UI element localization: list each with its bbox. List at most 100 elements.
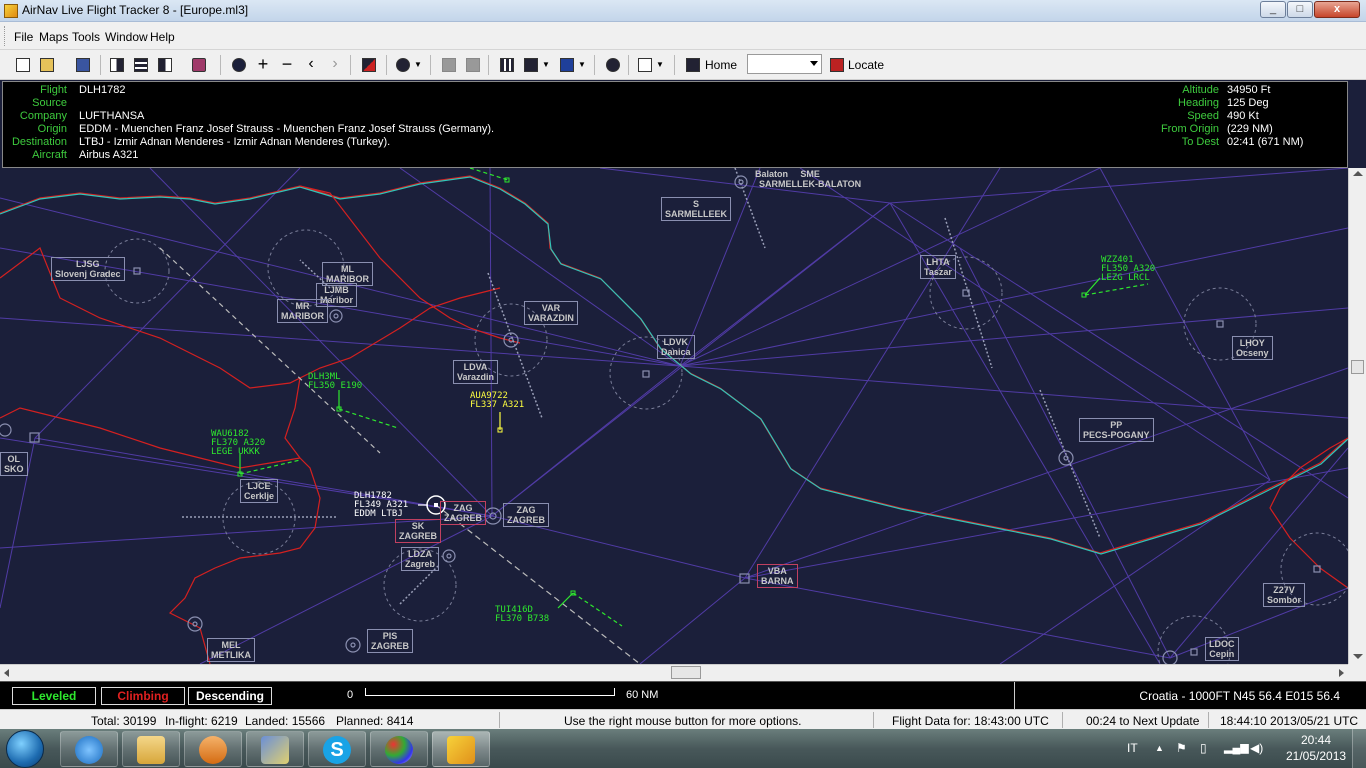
waypoint-label[interactable]: VAR VARAZDIN [524,301,578,325]
taskbar-internet-explorer[interactable] [60,731,118,767]
globe-icon[interactable] [604,56,622,74]
export-icon[interactable] [636,56,654,74]
scroll-left-icon[interactable] [4,669,9,677]
flight-label[interactable]: WZZ401 FL350 A320 LEZG LRCL [1101,256,1155,283]
scroll-down-icon[interactable] [1353,654,1363,659]
close-button[interactable]: x [1314,1,1360,18]
layout-list-icon[interactable] [132,56,150,74]
waypoint-label[interactable]: PP PECS-POGANY [1079,418,1154,442]
map-colors-icon[interactable] [360,56,378,74]
scroll-up-icon[interactable] [1353,171,1363,176]
waypoint-label[interactable]: ZAG ZAGREB [503,503,549,527]
waypoint-label[interactable]: ZAG ZAGREB [440,501,486,525]
start-orb-icon[interactable] [6,730,44,768]
airports-dropdown-icon[interactable]: ▼ [542,56,552,74]
pan-left-icon[interactable]: ‹ [302,56,320,74]
taskbar-media-player[interactable] [184,731,242,767]
locate-button-label[interactable]: Locate [848,58,884,72]
flight-label[interactable]: DLH3ML FL350 E190 [308,373,362,391]
status-separator [873,712,874,728]
network-icon[interactable]: ▂▄▆ [1224,741,1249,754]
taskbar-paint[interactable] [370,731,428,767]
menu-maps[interactable]: Maps [39,30,68,44]
waypoint-label[interactable]: LDOC Cepin [1205,637,1239,661]
radar-map[interactable]: Balaton SME SARMELLEK-BALATON S SARMELLEEK LJ… [0,168,1348,664]
show-desktop-button[interactable] [1352,729,1366,768]
map-horizontal-scrollbar[interactable] [0,664,1348,681]
filter-1-icon[interactable] [440,56,458,74]
maximize-button[interactable]: □ [1287,1,1313,18]
flight-label[interactable]: AUA9722 FL337 A321 [470,392,524,410]
combo-dropdown-icon[interactable] [810,61,818,66]
waypoint-name: MARIBOR [281,311,324,321]
zoom-fit-icon[interactable] [230,56,248,74]
menu-help[interactable]: Help [150,30,175,44]
airports-icon[interactable] [522,56,540,74]
taskbar-radarbox[interactable] [246,731,304,767]
radar-dropdown-icon[interactable]: ▼ [414,56,424,74]
waypoint-label[interactable]: VBA BARNA [757,564,798,588]
open-map-icon[interactable] [38,56,56,74]
scroll-right-icon[interactable] [1339,669,1344,677]
status-total: Total: 30199 [91,714,157,728]
waypoint-label[interactable]: SME SARMELLEK-BALATON [756,168,864,190]
taskbar-file-explorer[interactable] [122,731,180,767]
scrollbar-corner [1348,664,1366,681]
home-icon[interactable] [684,56,702,74]
export-dropdown-icon[interactable]: ▼ [656,56,666,74]
filter-2-icon[interactable] [464,56,482,74]
waypoint-name: Sombor [1267,595,1302,605]
grid-icon[interactable] [498,56,516,74]
waypoint-label[interactable]: MR MARIBOR [277,299,328,323]
route-95-icon[interactable] [558,56,576,74]
vertical-scroll-thumb[interactable] [1351,360,1364,374]
zoom-in-icon[interactable]: + [254,55,272,74]
waypoint-label[interactable]: PIS ZAGREB [367,629,413,653]
save-map-icon[interactable] [74,56,92,74]
power-icon[interactable]: ▯ [1200,741,1207,755]
waypoint-label[interactable]: LHOY Ocseny [1232,336,1273,360]
taskbar-clock[interactable]: 20:44 21/05/2013 [1286,732,1346,764]
flight-label[interactable]: DLH1782 FL349 A321 EDDM LTBJ [354,492,408,519]
layout-right-icon[interactable] [156,56,174,74]
map-vertical-scrollbar[interactable] [1348,168,1366,664]
menu-file[interactable]: File [14,30,33,44]
to-dest-value: 02:41 (671 NM) [1227,136,1304,148]
waypoint-label[interactable]: OL SKO [0,452,28,476]
volume-icon[interactable]: ◀) [1250,741,1263,755]
flight-label[interactable]: TUI416D FL370 B738 [495,606,549,624]
radar-map-canvas[interactable] [0,168,1348,664]
layout-left-icon[interactable] [108,56,126,74]
radar-icon[interactable] [394,56,412,74]
minimize-button[interactable]: _ [1260,1,1286,18]
waypoint-label[interactable]: LJSG Slovenj Gradec [51,257,125,281]
database-icon[interactable] [190,56,208,74]
locate-icon[interactable] [828,56,846,74]
flag-icon[interactable]: ⚑ [1176,741,1187,755]
waypoint-label[interactable]: LJCE Cerklje [240,479,279,503]
language-indicator[interactable]: IT [1127,741,1138,755]
pan-right-icon[interactable]: › [326,56,344,74]
menu-window[interactable]: Window [105,30,148,44]
route-dropdown-icon[interactable]: ▼ [578,56,588,74]
flight-label[interactable]: WAU6182 FL370 A320 LEGE UKKK [211,430,265,457]
taskbar-skype[interactable]: S [308,731,366,767]
flight-search-combo[interactable] [747,54,822,74]
waypoint-label[interactable]: Z27V Sombor [1263,583,1306,607]
tray-expand-icon[interactable]: ▲ [1155,743,1164,753]
taskbar-airnav-tracker[interactable] [432,731,490,767]
waypoint-label[interactable]: S SARMELLEEK [661,197,732,221]
waypoint-label[interactable]: SK ZAGREB [395,519,441,543]
airnav-app-icon[interactable] [4,4,18,18]
waypoint-label[interactable]: LDVA Varazdin [453,360,499,384]
new-map-icon[interactable] [14,56,32,74]
horizontal-scroll-thumb[interactable] [671,666,701,679]
waypoint-label[interactable]: LHTA Taszar [920,255,956,279]
home-button-label[interactable]: Home [705,58,737,72]
waypoint-label[interactable]: MEL METLIKA [207,638,255,662]
waypoint-label[interactable]: LDVK Danica [657,335,695,359]
waypoint-label[interactable]: LDZA Zagreb [401,547,440,571]
zoom-out-icon[interactable]: − [278,55,296,74]
waypoint-id: SK [411,521,425,531]
menu-tools[interactable]: Tools [72,30,100,44]
